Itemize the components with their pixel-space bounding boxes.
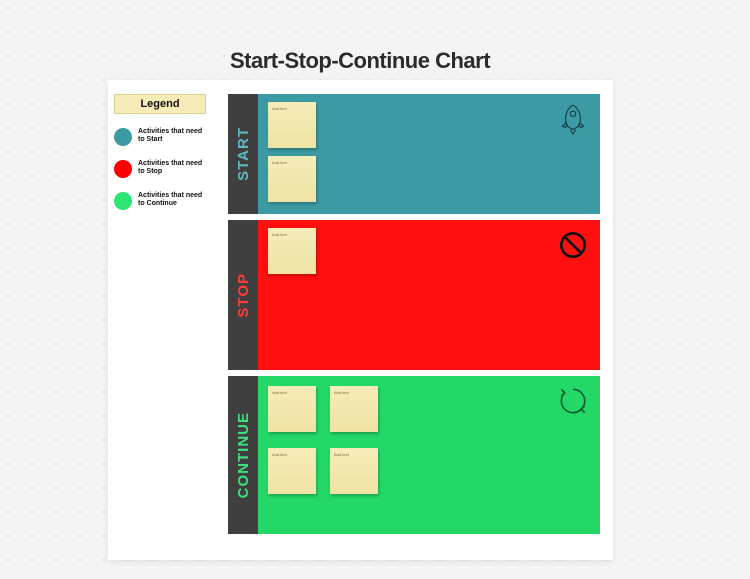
legend-item-continue: Activities that need to Continue <box>114 192 206 210</box>
row-continue: CONTINUE Add text Add text Add text Add … <box>228 376 600 534</box>
sticky-note[interactable]: Add text <box>268 386 316 432</box>
row-stop-body[interactable]: Add text <box>258 220 600 370</box>
cycle-icon <box>556 384 590 418</box>
board: START Add text Add text STOP <box>228 94 600 540</box>
row-start: START Add text Add text <box>228 94 600 214</box>
legend-item-start: Activities that need to Start <box>114 128 206 146</box>
row-continue-body[interactable]: Add text Add text Add text Add text <box>258 376 600 534</box>
sticky-note[interactable]: Add text <box>268 448 316 494</box>
legend-dot-continue <box>114 192 132 210</box>
row-stop: STOP Add text <box>228 220 600 370</box>
prohibited-icon <box>556 228 590 262</box>
page-title: Start-Stop-Continue Chart <box>230 48 490 74</box>
rocket-icon <box>556 102 590 136</box>
legend-label-stop: Activities that need to Stop <box>138 160 206 175</box>
row-continue-label: CONTINUE <box>235 412 252 498</box>
legend: Legend Activities that need to Start Act… <box>114 94 206 210</box>
sticky-note[interactable]: Add text <box>268 102 316 148</box>
legend-dot-start <box>114 128 132 146</box>
sticky-note[interactable]: Add text <box>268 228 316 274</box>
sticky-note[interactable]: Add text <box>330 448 378 494</box>
row-start-body[interactable]: Add text Add text <box>258 94 600 214</box>
legend-label-start: Activities that need to Start <box>138 128 206 143</box>
row-stop-label: STOP <box>235 273 252 318</box>
row-start-label-bar: START <box>228 94 258 214</box>
sticky-note[interactable]: Add text <box>330 386 378 432</box>
row-start-label: START <box>235 127 252 181</box>
row-stop-label-bar: STOP <box>228 220 258 370</box>
legend-dot-stop <box>114 160 132 178</box>
legend-label-continue: Activities that need to Continue <box>138 192 206 207</box>
legend-item-stop: Activities that need to Stop <box>114 160 206 178</box>
sticky-note[interactable]: Add text <box>268 156 316 202</box>
row-continue-label-bar: CONTINUE <box>228 376 258 534</box>
chart-canvas: Legend Activities that need to Start Act… <box>108 80 613 560</box>
legend-header: Legend <box>114 94 206 114</box>
